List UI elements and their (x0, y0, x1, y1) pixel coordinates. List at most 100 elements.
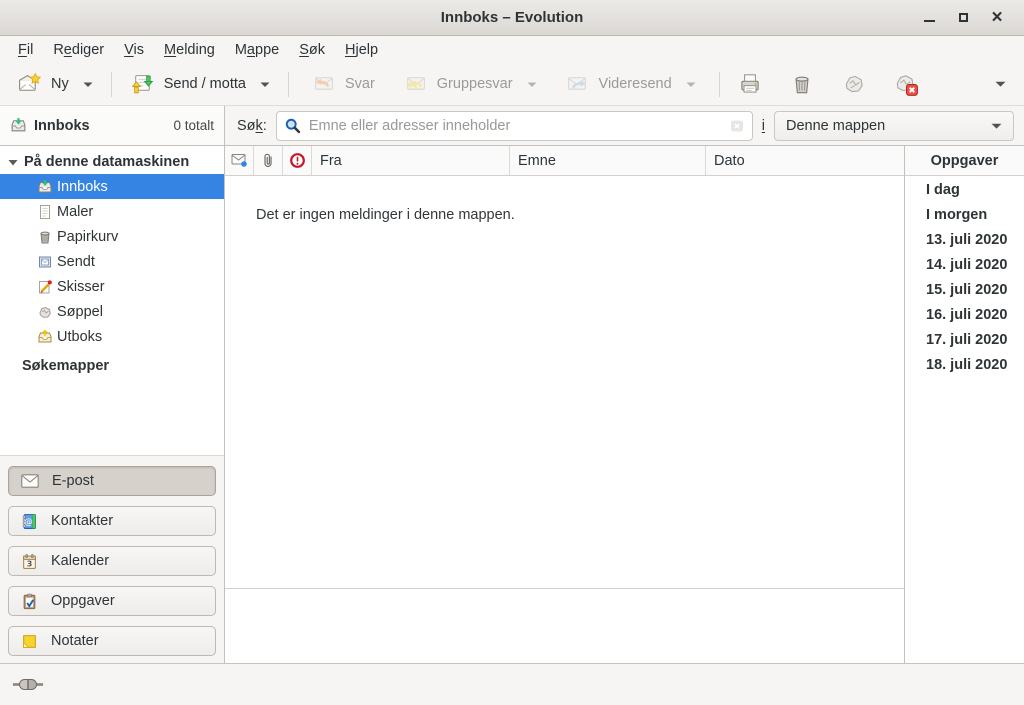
templates-icon (37, 204, 53, 220)
message-list-header: Fra Emne Dato (225, 146, 904, 176)
task-group-tomorrow[interactable]: I morgen (905, 203, 1024, 228)
column-read-status[interactable] (225, 146, 254, 175)
read-status-icon (231, 153, 248, 168)
svg-text:3: 3 (27, 559, 33, 568)
switcher-memos-button[interactable]: Notater (8, 626, 216, 656)
task-group-date[interactable]: 14. juli 2020 (905, 253, 1024, 278)
preview-pane-splitter[interactable] (225, 588, 904, 589)
main-toolbar: Ny Send / motta (0, 63, 1024, 106)
contacts-icon: @ (21, 513, 38, 530)
junk-button[interactable] (833, 66, 875, 102)
new-message-button[interactable]: Ny (8, 67, 102, 102)
minimize-icon (924, 20, 935, 22)
tasks-panel: Oppgaver I dag I morgen 13. juli 2020 14… (905, 146, 1024, 663)
folder-label: Papirkurv (57, 229, 118, 245)
folder-utboks[interactable]: Utboks (0, 324, 224, 349)
menu-fil-label: Fil (18, 42, 33, 58)
forward-button[interactable]: Videresend (556, 67, 705, 102)
online-status-icon[interactable] (13, 677, 43, 692)
column-priority[interactable] (283, 146, 312, 175)
switcher-label: E-post (52, 473, 94, 489)
toolbar-overflow-button[interactable] (985, 74, 1016, 94)
switcher-calendar-button[interactable]: 3 Kalender (8, 546, 216, 576)
message-list-body[interactable]: Det er ingen meldinger i denne mappen. (225, 176, 904, 663)
junk-folder-icon (37, 304, 53, 320)
not-junk-icon (893, 71, 919, 97)
search-input[interactable] (309, 118, 721, 134)
tree-root-label: På denne datamaskinen (24, 154, 189, 170)
task-group-date[interactable]: 15. juli 2020 (905, 278, 1024, 303)
search-scope-dropdown[interactable]: Denne mappen (774, 111, 1014, 141)
folder-message-count: 0 totalt (173, 118, 214, 133)
view-switcher: E-post @ Kontakter (0, 455, 224, 663)
inbox-icon (37, 179, 53, 195)
forward-label: Videresend (599, 76, 672, 92)
menubar: Fil Rediger Vis Melding Mappe Søk Hjelp (0, 36, 1024, 63)
forward-dropdown[interactable] (686, 81, 696, 88)
folder-maler[interactable]: Maler (0, 199, 224, 224)
send-receive-button[interactable]: Send / motta (121, 67, 279, 102)
menu-rediger[interactable]: Rediger (43, 39, 114, 61)
column-date[interactable]: Dato (706, 146, 904, 175)
group-reply-button[interactable]: Gruppesvar (394, 67, 546, 102)
search-label: Søk: (237, 118, 267, 134)
task-group-date[interactable]: 17. juli 2020 (905, 328, 1024, 353)
menu-hjelp[interactable]: Hjelp (335, 39, 388, 61)
menu-fil[interactable]: Fil (8, 39, 43, 61)
menu-mappe-label: Mappe (235, 42, 279, 58)
clear-input-icon[interactable] (729, 118, 745, 134)
tree-root-search-folders[interactable]: Søkemapper (0, 358, 224, 374)
switcher-tasks-button[interactable]: Oppgaver (8, 586, 216, 616)
task-group-date[interactable]: 13. juli 2020 (905, 228, 1024, 253)
folder-soppel[interactable]: Søppel (0, 299, 224, 324)
tasks-list: I dag I morgen 13. juli 2020 14. juli 20… (905, 176, 1024, 378)
search-area: Søk: i Denne mappen (225, 106, 1024, 145)
menu-melding[interactable]: Melding (154, 39, 225, 61)
not-junk-button[interactable] (885, 66, 927, 102)
new-message-dropdown[interactable] (83, 81, 93, 88)
folder-innboks[interactable]: Innboks (0, 174, 224, 199)
search-entry[interactable] (276, 111, 753, 141)
column-from[interactable]: Fra (312, 146, 510, 175)
chevron-down-icon (991, 122, 1002, 130)
column-subject[interactable]: Emne (510, 146, 706, 175)
close-button[interactable]: × (980, 0, 1014, 35)
tasks-panel-header[interactable]: Oppgaver (905, 146, 1024, 176)
toolbar-separator (719, 72, 720, 97)
delete-button[interactable] (781, 66, 823, 102)
group-reply-dropdown[interactable] (527, 81, 537, 88)
maximize-button[interactable] (946, 0, 980, 35)
switcher-contacts-button[interactable]: @ Kontakter (8, 506, 216, 536)
switcher-mail-button[interactable]: E-post (8, 466, 216, 496)
send-receive-dropdown[interactable] (260, 81, 270, 88)
folder-skisser[interactable]: Skisser (0, 274, 224, 299)
window-controls: × (912, 0, 1014, 35)
menu-rediger-label: Rediger (53, 42, 104, 58)
task-group-date[interactable]: 18. juli 2020 (905, 353, 1024, 378)
menu-vis[interactable]: Vis (114, 39, 154, 61)
reply-button[interactable]: Svar (302, 67, 384, 102)
toolbar-separator (111, 72, 112, 97)
folder-sidebar: På denne datamaskinen Innboks (0, 146, 225, 663)
titlebar[interactable]: Innboks – Evolution × (0, 0, 1024, 36)
task-group-today[interactable]: I dag (905, 178, 1024, 203)
task-group-date[interactable]: 16. juli 2020 (905, 303, 1024, 328)
folder-papirkurv[interactable]: Papirkurv (0, 224, 224, 249)
send-receive-label: Send / motta (164, 76, 246, 92)
tree-root-on-this-computer[interactable]: På denne datamaskinen (0, 151, 224, 174)
chevron-down-icon (686, 81, 696, 88)
column-attachment[interactable] (254, 146, 283, 175)
expander-icon[interactable] (8, 158, 18, 167)
send-receive-icon (130, 72, 155, 97)
empty-folder-message: Det er ingen meldinger i denne mappen. (225, 176, 904, 223)
print-button[interactable] (729, 66, 771, 102)
svg-text:@: @ (24, 517, 33, 527)
wastebasket-icon (37, 229, 53, 245)
main-content: På denne datamaskinen Innboks (0, 146, 1024, 663)
minimize-button[interactable] (912, 0, 946, 35)
new-mail-icon (17, 72, 42, 97)
menu-sok[interactable]: Søk (289, 39, 335, 61)
folder-sendt[interactable]: Sendt (0, 249, 224, 274)
junk-icon (841, 71, 867, 97)
menu-mappe[interactable]: Mappe (225, 39, 289, 61)
